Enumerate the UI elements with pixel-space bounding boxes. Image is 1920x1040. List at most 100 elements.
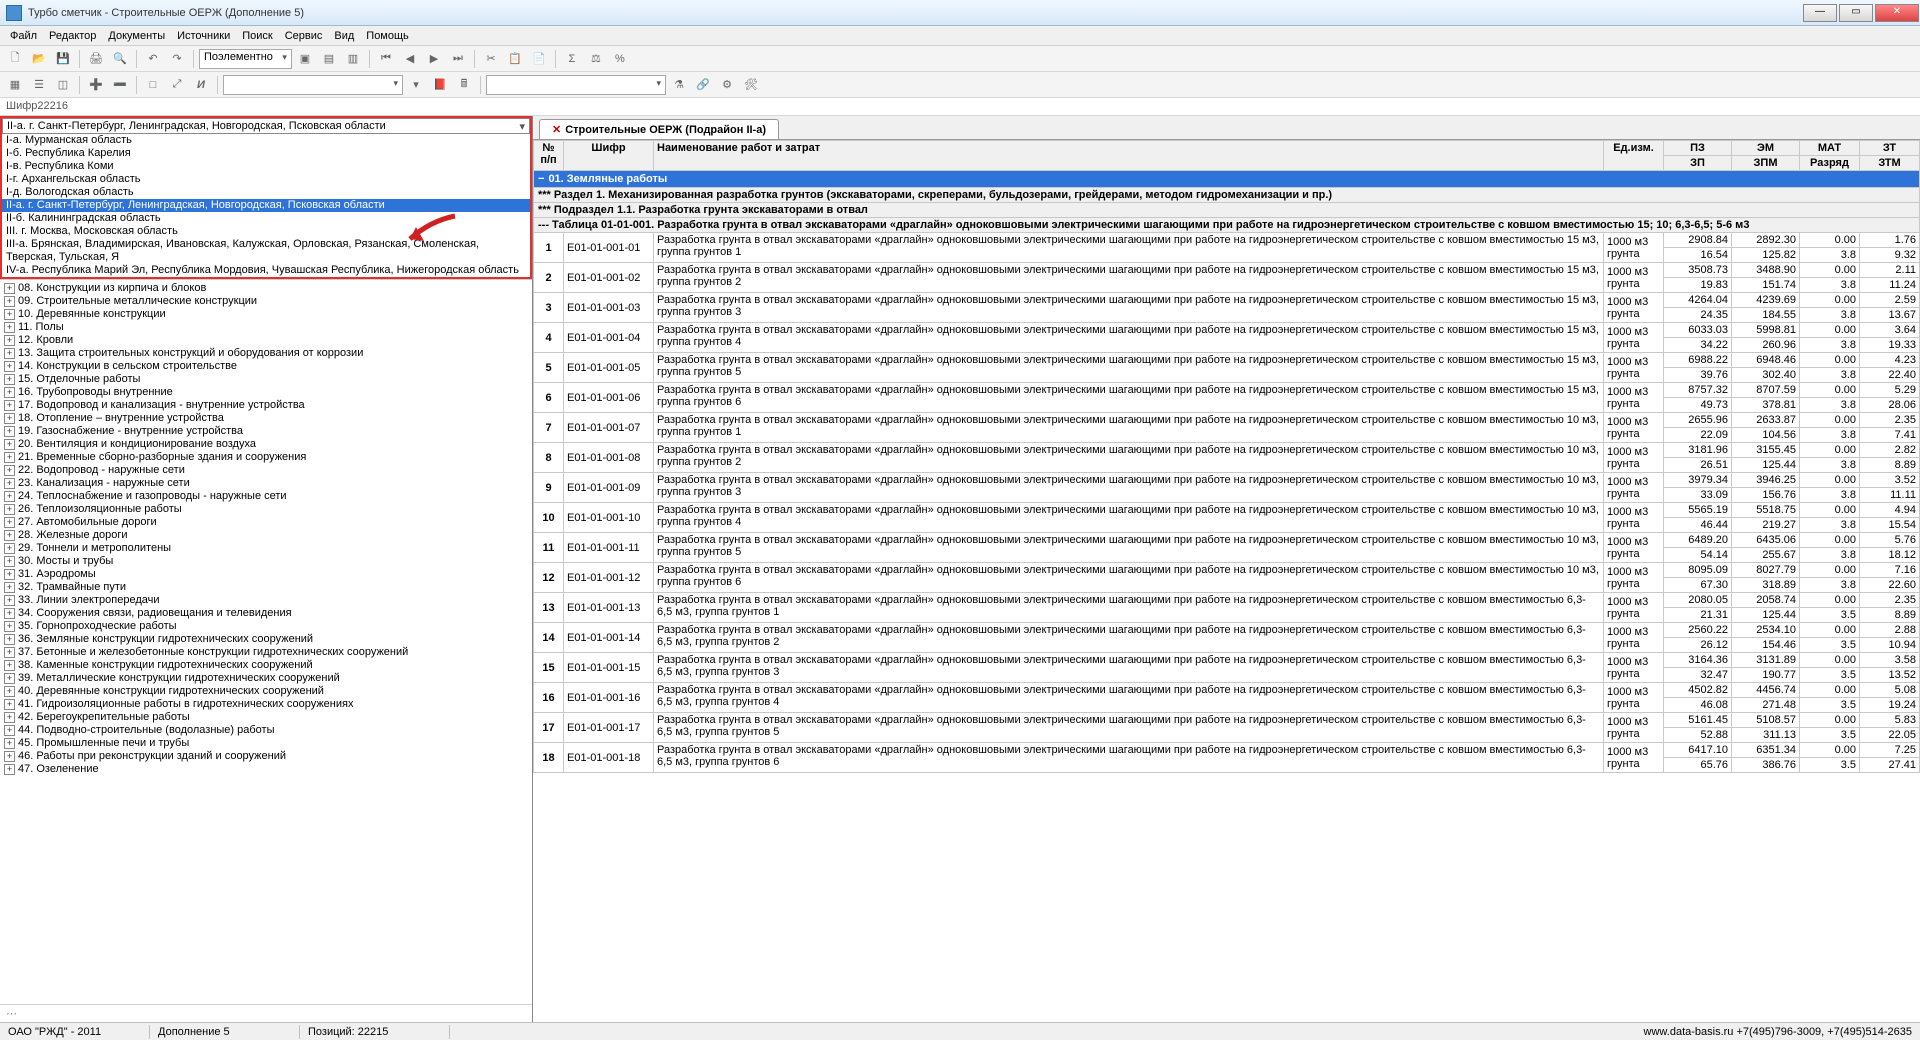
row-del-icon[interactable]: ➖ <box>109 74 131 96</box>
expand-icon[interactable]: ⤢ <box>166 74 188 96</box>
expand-icon[interactable]: + <box>4 686 15 697</box>
menu-documents[interactable]: Документы <box>102 28 171 44</box>
menu-help[interactable]: Помощь <box>360 28 415 44</box>
view-split-icon[interactable]: ◫ <box>52 74 74 96</box>
section-header[interactable]: −01. Земляные работы <box>534 171 1920 188</box>
expand-icon[interactable]: + <box>4 647 15 658</box>
table-row[interactable]: 15Е01-01-001-15Разработка грунта в отвал… <box>534 653 1920 668</box>
tree-item[interactable]: +40. Деревянные конструкции гидротехниче… <box>2 685 530 698</box>
expand-icon[interactable]: + <box>4 608 15 619</box>
table-row[interactable]: 12Е01-01-001-12Разработка грунта в отвал… <box>534 563 1920 578</box>
menu-editor[interactable]: Редактор <box>43 28 102 44</box>
region-option[interactable]: II-б. Калининградская область <box>2 212 530 225</box>
col-mat[interactable]: МАТ <box>1800 141 1860 156</box>
view-grid-icon[interactable]: ▦ <box>4 74 26 96</box>
expand-icon[interactable]: + <box>4 400 15 411</box>
tree-item[interactable]: +45. Промышленные печи и трубы <box>2 737 530 750</box>
tree-item[interactable]: +38. Каменные конструкции гидротехническ… <box>2 659 530 672</box>
region-option[interactable]: II-а. г. Санкт-Петербург, Ленинградская,… <box>2 199 530 212</box>
maximize-button[interactable]: ▭ <box>1839 4 1873 22</box>
tree-item[interactable]: +14. Конструкции в сельском строительств… <box>2 360 530 373</box>
expand-icon[interactable]: + <box>4 452 15 463</box>
col-code[interactable]: Шифр <box>564 141 654 171</box>
nav-last-icon[interactable]: ⏭ <box>447 48 469 70</box>
new-icon[interactable]: 🗋 <box>4 48 26 70</box>
col-np[interactable]: № п/п <box>534 141 564 171</box>
expand-icon[interactable]: + <box>4 569 15 580</box>
combo-2[interactable] <box>223 75 403 95</box>
tree-item[interactable]: +35. Горнопроходческие работы <box>2 620 530 633</box>
tree-item[interactable]: +17. Водопровод и канализация - внутренн… <box>2 399 530 412</box>
col-pz[interactable]: ПЗ <box>1664 141 1732 156</box>
redo-icon[interactable]: ↷ <box>166 48 188 70</box>
table-row[interactable]: 6Е01-01-001-06Разработка грунта в отвал … <box>534 383 1920 398</box>
expand-icon[interactable]: + <box>4 426 15 437</box>
tree-item[interactable]: +30. Мосты и трубы <box>2 555 530 568</box>
region-option[interactable]: I-г. Архангельская область <box>2 173 530 186</box>
open-icon[interactable]: 📂 <box>28 48 50 70</box>
expand-icon[interactable]: + <box>4 699 15 710</box>
tree-item[interactable]: +44. Подводно-строительные (водолазные) … <box>2 724 530 737</box>
table-row[interactable]: 17Е01-01-001-17Разработка грунта в отвал… <box>534 713 1920 728</box>
square-icon[interactable]: □ <box>142 74 164 96</box>
gear-icon[interactable]: ⚙ <box>716 74 738 96</box>
calc-icon[interactable]: 🖩 <box>453 74 475 96</box>
expand-icon[interactable]: + <box>4 413 15 424</box>
tree-item[interactable]: +24. Теплоснабжение и газопроводы - нару… <box>2 490 530 503</box>
menu-view[interactable]: Вид <box>328 28 360 44</box>
save-icon[interactable]: 💾 <box>52 48 74 70</box>
expand-icon[interactable]: + <box>4 491 15 502</box>
table-row[interactable]: 5Е01-01-001-05Разработка грунта в отвал … <box>534 353 1920 368</box>
expand-icon[interactable]: + <box>4 673 15 684</box>
paste-icon[interactable]: 📄 <box>528 48 550 70</box>
expand-icon[interactable]: + <box>4 530 15 541</box>
nav-first-icon[interactable]: ⏮ <box>375 48 397 70</box>
tree-item[interactable]: +37. Бетонные и железобетонные конструкц… <box>2 646 530 659</box>
expand-icon[interactable]: + <box>4 465 15 476</box>
book-icon[interactable]: 📕 <box>429 74 451 96</box>
col-unit[interactable]: Ед.изм. <box>1604 141 1664 171</box>
table-row[interactable]: 8Е01-01-001-08Разработка грунта в отвал … <box>534 443 1920 458</box>
menu-sources[interactable]: Источники <box>171 28 236 44</box>
col-em[interactable]: ЭМ <box>1732 141 1800 156</box>
table-row[interactable]: 13Е01-01-001-13Разработка грунта в отвал… <box>534 593 1920 608</box>
tree-item[interactable]: +18. Отопление – внутренние устройства <box>2 412 530 425</box>
menu-search[interactable]: Поиск <box>236 28 278 44</box>
expand-icon[interactable]: + <box>4 296 15 307</box>
expand-icon[interactable]: + <box>4 439 15 450</box>
table-row[interactable]: 18Е01-01-001-18Разработка грунта в отвал… <box>534 743 1920 758</box>
expand-icon[interactable]: + <box>4 764 15 775</box>
expand-icon[interactable]: + <box>4 660 15 671</box>
region-option[interactable]: III. г. Москва, Московская область <box>2 225 530 238</box>
expand-icon[interactable]: + <box>4 751 15 762</box>
tree-item[interactable]: +11. Полы <box>2 321 530 334</box>
expand-icon[interactable]: + <box>4 335 15 346</box>
dropdown-icon[interactable]: ▾ <box>405 74 427 96</box>
region-combo[interactable]: II-а. г. Санкт-Петербург, Ленинградская,… <box>2 118 530 134</box>
expand-icon[interactable]: + <box>4 374 15 385</box>
category-tree[interactable]: +08. Конструкции из кирпича и блоков+09.… <box>0 279 532 1004</box>
menu-file[interactable]: Файл <box>4 28 43 44</box>
tree-item[interactable]: +22. Водопровод - наружные сети <box>2 464 530 477</box>
col-zp[interactable]: ЗП <box>1664 156 1732 171</box>
nav-prev-icon[interactable]: ◀ <box>399 48 421 70</box>
tools-icon[interactable]: 🛠 <box>740 74 762 96</box>
table-row[interactable]: 10Е01-01-001-10Разработка грунта в отвал… <box>534 503 1920 518</box>
tree-item[interactable]: +29. Тоннели и метрополитены <box>2 542 530 555</box>
tree-item[interactable]: +26. Теплоизоляционные работы <box>2 503 530 516</box>
region-option[interactable]: I-д. Вологодская область <box>2 186 530 199</box>
expand-icon[interactable]: + <box>4 725 15 736</box>
undo-icon[interactable]: ↶ <box>142 48 164 70</box>
tree-item[interactable]: +23. Канализация - наружные сети <box>2 477 530 490</box>
expand-icon[interactable]: + <box>4 582 15 593</box>
expand-icon[interactable]: + <box>4 634 15 645</box>
section-header[interactable]: --- Таблица 01-01-001. Разработка грунта… <box>534 218 1920 233</box>
btn-a[interactable]: ▣ <box>294 48 316 70</box>
tree-item[interactable]: +09. Строительные металлические конструк… <box>2 295 530 308</box>
btn-b[interactable]: ▤ <box>318 48 340 70</box>
tree-item[interactable]: +27. Автомобильные дороги <box>2 516 530 529</box>
scale-icon[interactable]: ⚖ <box>585 48 607 70</box>
tree-item[interactable]: +12. Кровли <box>2 334 530 347</box>
combo-3[interactable] <box>486 75 666 95</box>
minimize-button[interactable]: — <box>1803 4 1837 22</box>
